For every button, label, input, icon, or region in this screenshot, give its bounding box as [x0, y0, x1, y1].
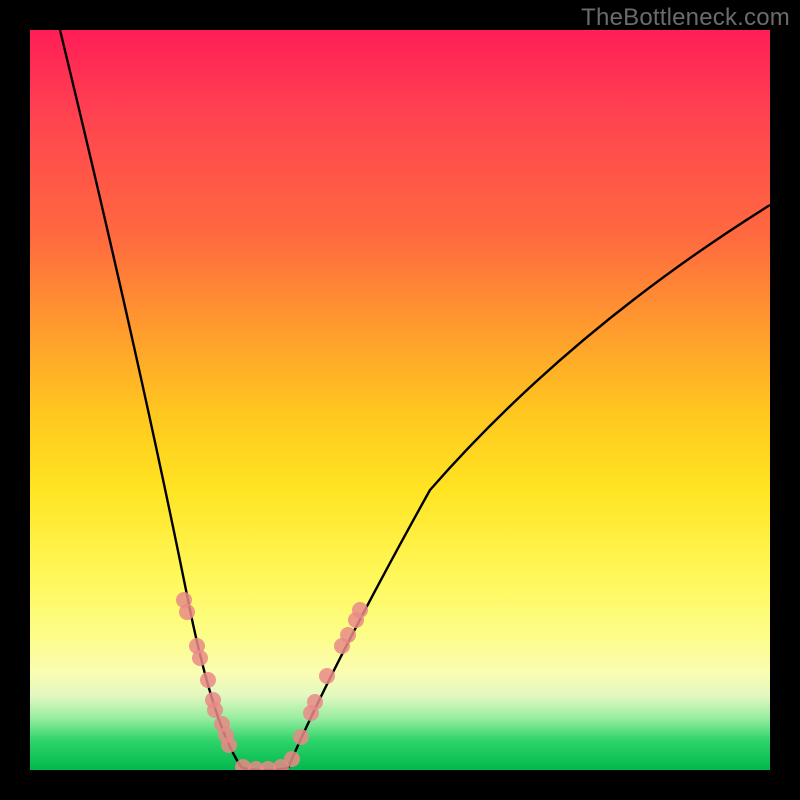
data-dot [319, 668, 335, 684]
data-dot [293, 729, 309, 745]
data-dot [340, 627, 356, 643]
chart-frame: TheBottleneck.com [0, 0, 800, 800]
data-dot [207, 702, 223, 718]
data-dot [352, 602, 368, 618]
data-dot [192, 650, 208, 666]
data-dot [200, 672, 216, 688]
watermark-text: TheBottleneck.com [581, 4, 790, 32]
curve-layer [30, 30, 770, 770]
plot-area [30, 30, 770, 770]
data-dot [284, 751, 300, 767]
data-dot [179, 604, 195, 620]
data-dot [307, 694, 323, 710]
curve-right-branch [288, 205, 770, 768]
data-dot [221, 737, 237, 753]
curve-left-branch [60, 30, 242, 768]
dot-cluster [176, 592, 368, 770]
